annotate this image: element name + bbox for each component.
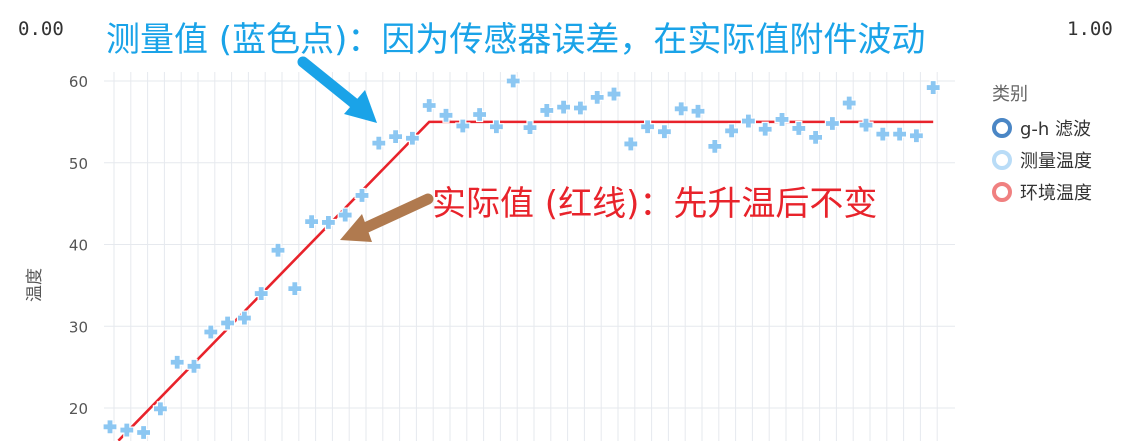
top-right-value: 1.00 xyxy=(1067,18,1113,40)
y-tick-label: 30 xyxy=(69,318,88,336)
top-left-value: 0.00 xyxy=(18,18,64,40)
data-point xyxy=(841,95,857,111)
data-point xyxy=(740,113,756,129)
data-point xyxy=(824,115,840,132)
legend-label-ambient: 环境温度 xyxy=(1020,183,1092,204)
data-point xyxy=(892,126,908,142)
y-tick-label: 50 xyxy=(69,155,88,173)
data-point xyxy=(421,97,437,114)
data-point xyxy=(287,281,303,297)
legend-item-filter[interactable]: g-h 滤波 xyxy=(992,112,1092,144)
data-point xyxy=(337,207,353,223)
data-point xyxy=(203,324,219,340)
data-point xyxy=(724,123,740,139)
data-point xyxy=(169,354,185,370)
y-axis-label: 温度 xyxy=(25,268,45,302)
legend-title: 类别 xyxy=(992,84,1028,105)
data-point xyxy=(875,126,891,142)
y-tick-label: 60 xyxy=(69,73,88,91)
data-point xyxy=(556,99,572,115)
data-point xyxy=(858,117,874,133)
series-line-ambient xyxy=(117,120,934,441)
data-point xyxy=(186,358,202,374)
legend-marker-ambient xyxy=(992,182,1012,202)
data-point xyxy=(808,129,824,146)
data-point xyxy=(136,424,152,441)
legend-item-ambient[interactable]: 环境温度 xyxy=(992,176,1092,208)
data-point xyxy=(304,214,320,230)
data-point xyxy=(438,107,454,123)
legend: 类别 g-h 滤波 测量温度 环境温度 xyxy=(992,80,1092,208)
legend-label-filter: g-h 滤波 xyxy=(1020,119,1092,140)
data-point xyxy=(102,419,118,435)
data-point xyxy=(472,106,488,123)
data-point xyxy=(220,315,236,331)
legend-marker-filter xyxy=(992,118,1012,138)
data-point xyxy=(119,422,135,438)
annotation-actual: 实际值 (红线)：先升温后不变 xyxy=(432,184,878,224)
legend-label-measured: 测量温度 xyxy=(1020,151,1092,172)
data-point xyxy=(572,100,588,116)
arrow-shaft-blue xyxy=(297,56,366,114)
data-point xyxy=(320,214,336,231)
y-tick-label: 40 xyxy=(69,237,88,255)
data-point xyxy=(371,135,387,151)
data-point xyxy=(623,136,639,152)
data-point xyxy=(707,138,723,154)
data-point xyxy=(388,128,404,145)
data-point xyxy=(236,310,252,326)
y-tick-label: 20 xyxy=(69,400,88,418)
data-point xyxy=(270,242,286,258)
annotation-measured: 测量值 (蓝色点)：因为传感器误差，在实际值附件波动 xyxy=(106,20,926,60)
data-point xyxy=(505,73,521,89)
data-point xyxy=(774,111,790,128)
data-point xyxy=(354,187,370,204)
legend-marker-measured xyxy=(992,150,1012,170)
data-point xyxy=(791,120,807,137)
data-point xyxy=(925,79,941,96)
data-point xyxy=(606,86,622,102)
data-point xyxy=(589,89,605,105)
arrow-shaft-brown xyxy=(359,193,434,234)
data-point xyxy=(690,103,706,119)
legend-item-measured[interactable]: 测量温度 xyxy=(992,144,1092,176)
data-point xyxy=(908,128,924,144)
data-point xyxy=(673,101,689,117)
data-point xyxy=(539,102,555,119)
data-point xyxy=(656,124,672,140)
data-point xyxy=(757,121,773,137)
